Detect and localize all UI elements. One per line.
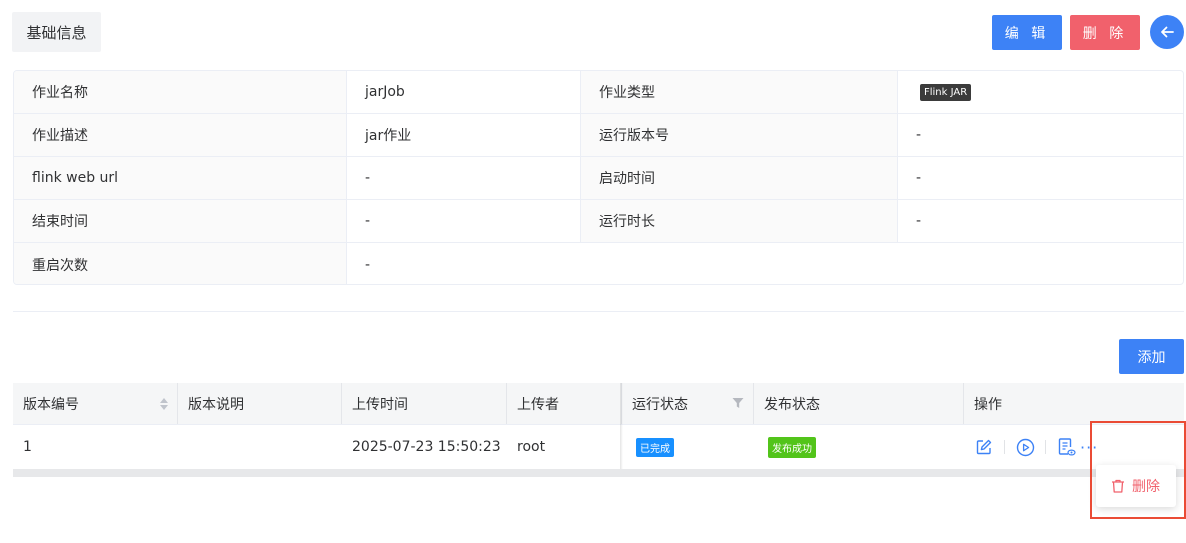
info-value: -: [347, 157, 581, 199]
run-status-tag: 已完成: [636, 437, 674, 457]
table-header: 版本编号 版本说明 上传时间 上传者 运行状态 发布状态 操作: [13, 383, 1184, 425]
info-row: 作业名称 jarJob 作业类型 Flink JAR: [14, 71, 1183, 114]
column-header-run-status[interactable]: 运行状态: [622, 383, 754, 424]
back-button[interactable]: [1150, 15, 1184, 49]
file-view-icon[interactable]: [1056, 437, 1076, 457]
info-label: 作业描述: [14, 114, 347, 156]
info-value: -: [916, 213, 922, 229]
annotation-highlight-box: [1090, 421, 1186, 519]
publish-status-tag: 发布成功: [768, 436, 816, 458]
action-separator: [1004, 440, 1005, 454]
info-label: 结束时间: [14, 200, 347, 242]
info-value: -: [365, 256, 371, 273]
column-header-label: 上传时间: [352, 396, 408, 413]
column-header-label: 版本编号: [23, 396, 79, 413]
column-header-label: 上传者: [517, 396, 559, 413]
versions-table: 版本编号 版本说明 上传时间 上传者 运行状态 发布状态 操作 1 2025-0…: [13, 383, 1184, 477]
column-header-upload-time: 上传时间: [342, 383, 507, 424]
column-header-publish-status: 发布状态: [754, 383, 964, 424]
info-label: 运行版本号: [581, 114, 898, 156]
add-version-button[interactable]: 添加: [1119, 339, 1184, 374]
job-type-tag: Flink JAR: [920, 83, 972, 101]
action-separator: [1045, 440, 1046, 454]
edit-button[interactable]: 编 辑: [992, 15, 1062, 50]
info-value: -: [347, 200, 581, 242]
arrow-left-icon: [1161, 26, 1174, 38]
info-row: 结束时间 - 运行时长 -: [14, 200, 1183, 243]
section-divider: [13, 311, 1184, 312]
sort-icon[interactable]: [159, 396, 169, 412]
info-value: -: [916, 170, 922, 186]
column-header-description: 版本说明: [178, 383, 342, 424]
fixed-column-shadow: [620, 383, 623, 469]
cell-run-status: 已完成: [622, 425, 754, 469]
column-header-version-no[interactable]: 版本编号: [13, 383, 178, 424]
job-info-descriptions: 作业名称 jarJob 作业类型 Flink JAR 作业描述 jar作业 运行…: [13, 70, 1184, 285]
info-label: 启动时间: [581, 157, 898, 199]
column-header-label: 版本说明: [188, 396, 244, 413]
column-header-label: 操作: [974, 396, 1002, 413]
info-row: flink web url - 启动时间 -: [14, 157, 1183, 200]
info-label: flink web url: [14, 157, 347, 199]
column-header-label: 发布状态: [764, 396, 820, 413]
horizontal-scrollbar[interactable]: [13, 469, 1184, 477]
cell-upload-time: 2025-07-23 15:50:23: [352, 439, 501, 455]
delete-button[interactable]: 删 除: [1070, 15, 1140, 50]
row-actions: ···: [974, 425, 1098, 469]
info-value: Flink JAR: [898, 71, 1183, 113]
section-title-basic-info: 基础信息: [12, 12, 101, 52]
info-value: jar作业: [347, 114, 581, 156]
play-icon[interactable]: [1015, 437, 1035, 457]
cell-publish-status: 发布成功: [754, 425, 964, 469]
table-row: 1 2025-07-23 15:50:23 root 已完成 发布成功 ···: [13, 425, 1184, 469]
info-label: 作业类型: [581, 71, 898, 113]
column-header-label: 运行状态: [632, 396, 688, 413]
cell-description: [178, 425, 342, 469]
filter-icon[interactable]: [732, 397, 744, 409]
info-row: 作业描述 jar作业 运行版本号 -: [14, 114, 1183, 157]
column-header-actions: 操作: [964, 383, 1184, 424]
column-header-uploader: 上传者: [507, 383, 622, 424]
info-label: 作业名称: [14, 71, 347, 113]
info-label: 重启次数: [14, 243, 347, 284]
info-value: -: [916, 127, 922, 143]
info-row: 重启次数 -: [14, 243, 1183, 284]
cell-uploader: root: [517, 439, 546, 455]
edit-icon[interactable]: [974, 437, 994, 457]
info-value: jarJob: [347, 71, 581, 113]
info-label: 运行时长: [581, 200, 898, 242]
cell-version-no: 1: [23, 439, 32, 455]
